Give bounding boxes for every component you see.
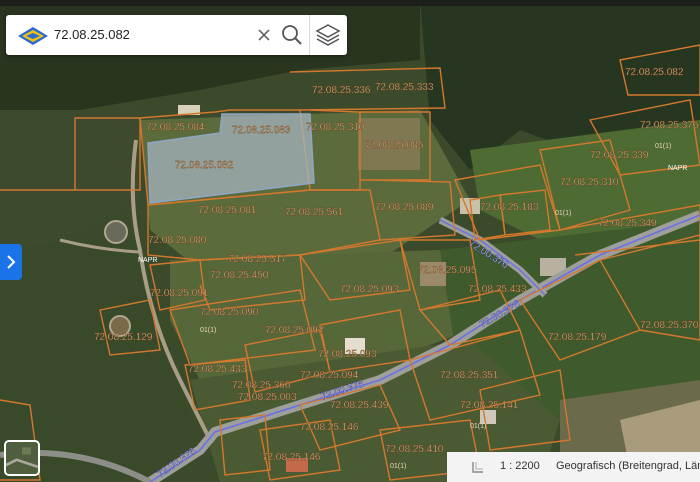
parcel-label: 72.08.25.183 bbox=[480, 202, 539, 213]
browser-top-strip bbox=[0, 0, 700, 6]
layers-icon[interactable] bbox=[313, 21, 343, 49]
scale-bar: 1 : 2200 Geografisch (Breitengrad, Länge bbox=[447, 452, 700, 482]
parcel-label: 72.08.25.349 bbox=[598, 218, 657, 229]
parcel-label: 72.08.25.082 bbox=[175, 160, 234, 171]
parcel-label: 72.08.25.561 bbox=[285, 207, 344, 218]
search-input[interactable]: 72.08.25.082 bbox=[54, 26, 130, 44]
coordinate-system[interactable]: Geografisch (Breitengrad, Länge bbox=[556, 460, 700, 472]
chevron-right-icon bbox=[7, 255, 16, 269]
parcel-label: 72.08.25.339 bbox=[590, 150, 649, 161]
scale-value: 1 : 2200 bbox=[500, 460, 540, 472]
parcel-label: 72.08.25.146 bbox=[300, 422, 359, 433]
map-canvas[interactable]: 72.08.25.084 72.08.25.083 72.08.25.082 7… bbox=[0, 0, 700, 482]
parcel-label: 72.08.25.003 bbox=[238, 392, 297, 403]
parcel-label: 72.08.25.092 bbox=[265, 325, 324, 336]
subparcel-label: 01(1) bbox=[655, 143, 671, 150]
parcel-label: 72.08.25.146 bbox=[262, 452, 321, 463]
parcel-label: 72.08.25.433 bbox=[188, 364, 247, 375]
parcel-label: 72.08.25.094 bbox=[300, 370, 359, 381]
parcel-label: 72.08.25.089 bbox=[375, 202, 434, 213]
subparcel-label: 01(1) bbox=[200, 327, 216, 334]
subparcel-label: 01(1) bbox=[555, 210, 571, 217]
parcel-label: 72.08.25.093 bbox=[318, 349, 377, 360]
parcel-label: 72.08.25.310 bbox=[560, 177, 619, 188]
parcel-label: 72.08.25.517 bbox=[228, 254, 287, 265]
close-icon[interactable] bbox=[251, 22, 277, 48]
parcel-label: 72.08.25.351 bbox=[440, 370, 499, 381]
parcel-label: 72.08.25.179 bbox=[548, 332, 607, 343]
parcel-label: 72.08.25.091 bbox=[150, 288, 209, 299]
map-logo-icon[interactable] bbox=[16, 24, 50, 46]
parcel-label: 72.08.25.080 bbox=[148, 235, 207, 246]
parcel-label: 72.08.25.333 bbox=[375, 82, 434, 93]
parcel-label: 72.08.25.450 bbox=[210, 270, 269, 281]
parcel-label: 72.08.25.083 bbox=[232, 125, 291, 136]
parcel-label: 72.08.25.433 bbox=[468, 284, 527, 295]
parcel-label: 72.08.25.090 bbox=[200, 307, 259, 318]
parcel-label: 72.08.25.410 bbox=[385, 444, 444, 455]
napr-label: NAPR bbox=[668, 165, 687, 172]
scale-ruler-icon[interactable] bbox=[471, 460, 485, 474]
subparcel-label: 01(1) bbox=[390, 463, 406, 470]
search-divider bbox=[309, 15, 310, 55]
subparcel-label: 01(1) bbox=[470, 423, 486, 430]
search-icon[interactable] bbox=[278, 21, 306, 49]
parcel-label: 72.08.25.085 bbox=[365, 140, 424, 151]
parcel-label: 72.08.25.439 bbox=[330, 400, 389, 411]
basemap-thumbnail bbox=[6, 442, 38, 474]
napr-label: NAPR bbox=[138, 257, 157, 264]
basemap-switcher[interactable] bbox=[4, 440, 40, 476]
parcel-label: 72.08.25.370 bbox=[640, 320, 699, 331]
parcel-label: 72.08.25.084 bbox=[146, 122, 205, 133]
parcel-label: 72.08.25.129 bbox=[94, 332, 153, 343]
parcel-label: 72.08.25.141 bbox=[460, 400, 519, 411]
parcel-label: 72.08.25.376 bbox=[640, 120, 699, 131]
search-bar[interactable]: 72.08.25.082 bbox=[6, 15, 347, 55]
parcel-label: 72.08.25.081 bbox=[198, 205, 257, 216]
parcel-label: 72.08.25.095 bbox=[418, 265, 477, 276]
parcel-label: 72.08.25.336 bbox=[312, 85, 371, 96]
parcel-label: 72.08.25.310 bbox=[306, 122, 365, 133]
expand-panel-button[interactable] bbox=[0, 244, 22, 280]
parcel-label: 72.08.25.082 bbox=[625, 67, 684, 78]
parcel-label: 72.08.25.093 bbox=[340, 284, 399, 295]
parcel-label: 72.08.25.366 bbox=[232, 380, 291, 391]
